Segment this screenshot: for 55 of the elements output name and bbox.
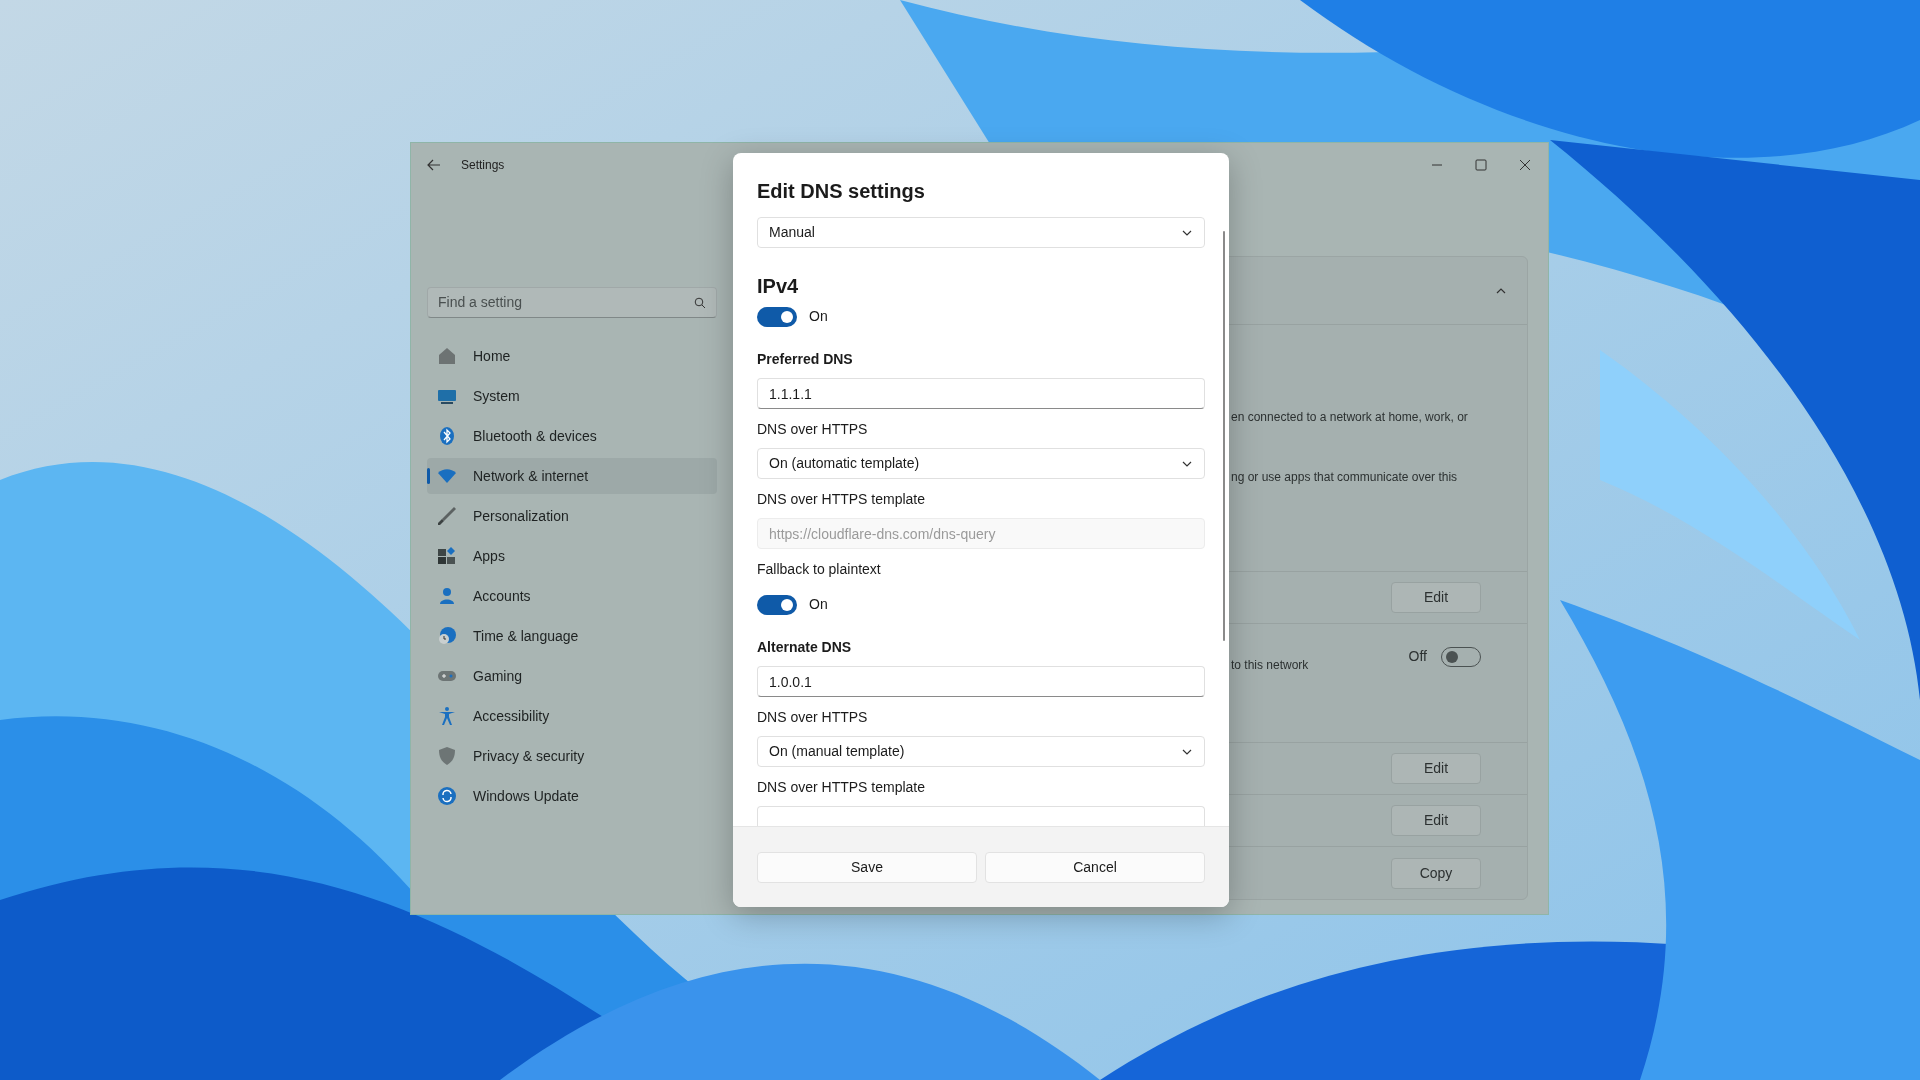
text-field[interactable]: 1.1.1.1 [757, 378, 1205, 409]
sidebar-item[interactable]: Apps [427, 538, 717, 574]
back-arrow-icon[interactable] [427, 158, 441, 172]
cancel-button[interactable]: Cancel [985, 852, 1205, 883]
field-label: Alternate DNS [757, 638, 853, 657]
action-button[interactable]: Edit [1391, 805, 1481, 836]
close-icon[interactable] [1518, 158, 1532, 172]
field-label: Preferred DNS [757, 350, 854, 369]
home-icon [437, 346, 457, 366]
action-button[interactable]: Copy [1391, 857, 1481, 889]
sidebar-item[interactable]: Personalization [427, 498, 717, 534]
save-button[interactable]: Save [757, 852, 977, 883]
person-icon [437, 586, 457, 606]
field-label: DNS over HTTPS template [757, 778, 927, 797]
toggle-state: On [809, 595, 828, 614]
maximize-icon[interactable] [1474, 158, 1488, 172]
dialog-title: Edit DNS settings [757, 179, 926, 204]
field-label: Fallback to plaintext [757, 560, 882, 579]
toggle-switch[interactable] [757, 594, 797, 615]
window-title: Settings [461, 157, 505, 174]
field-label: DNS over HTTPS [757, 420, 869, 439]
bluetooth-icon [437, 426, 457, 446]
sidebar-item[interactable]: Gaming [427, 658, 717, 694]
sidebar-item[interactable]: Accounts [427, 578, 717, 614]
toggle-state: On [809, 307, 828, 326]
sync-icon [437, 786, 457, 806]
sidebar-item[interactable]: Home [427, 338, 717, 374]
description-text: ng or use apps that communicate over this [1231, 469, 1459, 485]
dropdown[interactable]: On (automatic template) [757, 448, 1205, 479]
sidebar-item[interactable]: Bluetooth & devices [427, 418, 717, 454]
action-button[interactable]: Edit [1391, 753, 1481, 784]
toggle-switch[interactable] [757, 306, 797, 327]
shield-icon [437, 746, 457, 766]
brush-icon [437, 506, 457, 526]
search-field[interactable]: Find a setting [427, 287, 717, 318]
sidebar-item[interactable]: Time & language [427, 618, 717, 654]
action-button[interactable]: Edit [1391, 582, 1481, 613]
globe-clock-icon [437, 626, 457, 646]
description-text: en connected to a network at home, work, or [1231, 409, 1469, 425]
sidebar-item[interactable]: Accessibility [427, 698, 717, 734]
dropdown[interactable]: Manual [757, 217, 1205, 248]
scrollbar[interactable] [1223, 231, 1225, 641]
field-label: DNS over HTTPS [757, 708, 869, 727]
dropdown[interactable]: On (manual template) [757, 736, 1205, 767]
sidebar-item[interactable]: Network & internet [427, 458, 717, 494]
search-icon [694, 296, 706, 309]
description-text: to this network [1231, 657, 1309, 674]
text-field[interactable]: 1.0.0.1 [757, 666, 1205, 697]
toggle-state: Off [1408, 647, 1427, 666]
section-heading: IPv4 [757, 274, 800, 299]
sidebar-item[interactable]: Privacy & security [427, 738, 717, 774]
sidebar-item[interactable]: System [427, 378, 717, 414]
apps-icon [437, 546, 457, 566]
field-label: DNS over HTTPS template [757, 490, 927, 509]
sidebar-item[interactable]: Windows Update [427, 778, 717, 814]
